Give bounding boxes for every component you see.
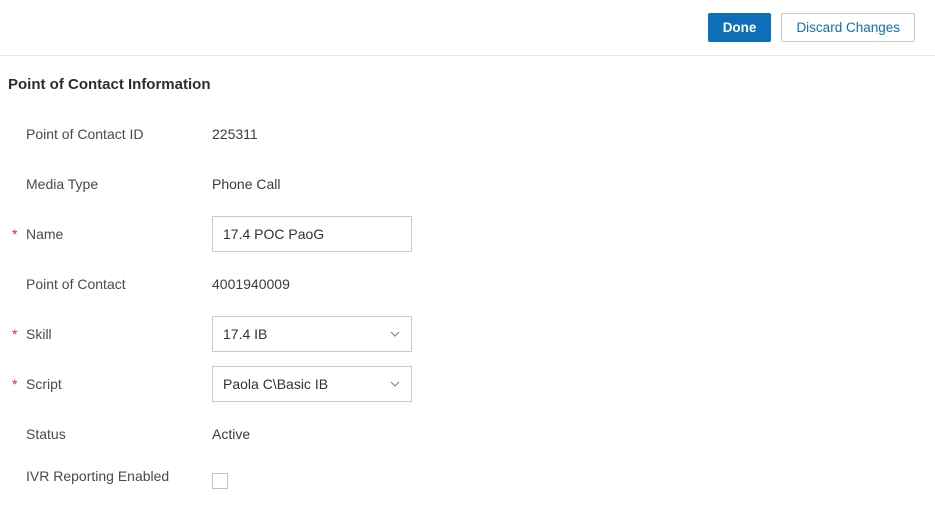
label-skill: * Skill <box>26 326 212 342</box>
ivr-checkbox[interactable] <box>212 473 228 489</box>
required-indicator: * <box>12 227 20 241</box>
row-media-type: Media Type Phone Call <box>26 159 935 209</box>
label-name-text: Name <box>26 226 63 242</box>
label-poc: Point of Contact <box>26 276 212 292</box>
row-script: * Script Paola C\Basic IB <box>26 359 935 409</box>
row-status: Status Active <box>26 409 935 459</box>
value-status: Active <box>212 426 250 442</box>
label-media-type: Media Type <box>26 176 212 192</box>
label-poc-id: Point of Contact ID <box>26 126 212 142</box>
label-script-text: Script <box>26 376 62 392</box>
value-media-type: Phone Call <box>212 176 281 192</box>
row-name: * Name <box>26 209 935 259</box>
name-input[interactable] <box>212 216 412 252</box>
label-skill-text: Skill <box>26 326 52 342</box>
script-select[interactable]: Paola C\Basic IB <box>212 366 412 402</box>
label-status: Status <box>26 426 212 442</box>
chevron-down-icon <box>389 378 401 390</box>
label-script: * Script <box>26 376 212 392</box>
row-skill: * Skill 17.4 IB <box>26 309 935 359</box>
top-action-bar: Done Discard Changes <box>0 0 935 56</box>
label-name: * Name <box>26 226 212 242</box>
discard-changes-button[interactable]: Discard Changes <box>781 13 915 42</box>
skill-select[interactable]: 17.4 IB <box>212 316 412 352</box>
label-ivr: IVR Reporting Enabled <box>26 463 212 487</box>
required-indicator: * <box>12 327 20 341</box>
row-poc-id: Point of Contact ID 225311 <box>26 109 935 159</box>
form-area: Point of Contact ID 225311 Media Type Ph… <box>0 101 935 509</box>
section-title: Point of Contact Information <box>0 56 935 101</box>
row-ivr: IVR Reporting Enabled <box>26 459 935 509</box>
row-poc: Point of Contact 4001940009 <box>26 259 935 309</box>
skill-select-value: 17.4 IB <box>223 326 389 342</box>
value-poc-id: 225311 <box>212 126 258 142</box>
chevron-down-icon <box>389 328 401 340</box>
value-poc: 4001940009 <box>212 276 290 292</box>
done-button[interactable]: Done <box>708 13 772 42</box>
script-select-value: Paola C\Basic IB <box>223 376 389 392</box>
required-indicator: * <box>12 377 20 391</box>
